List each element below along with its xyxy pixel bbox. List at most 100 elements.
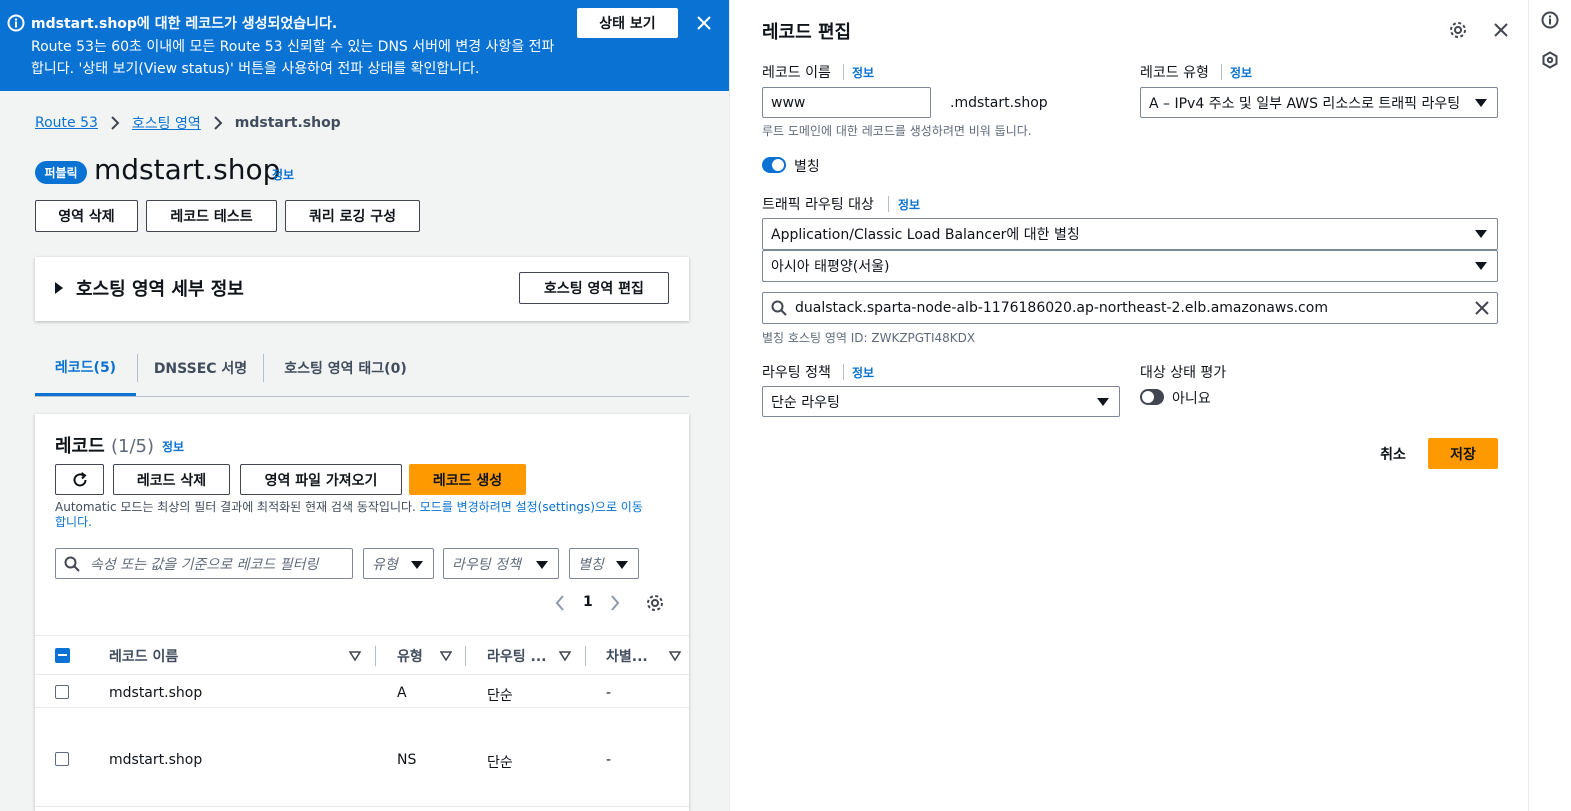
- records-count: (1/5): [110, 436, 154, 457]
- filter-alias-select[interactable]: 별칭: [569, 548, 639, 579]
- search-placeholder: 속성 또는 값을 기준으로 레코드 필터링: [90, 556, 319, 573]
- breadcrumb-hosted-zones[interactable]: 호스팅 영역: [132, 113, 201, 133]
- tab-records[interactable]: 레코드(5): [35, 340, 136, 396]
- tab-dnssec[interactable]: DNSSEC 서명: [138, 340, 263, 396]
- prev-page-icon[interactable]: [554, 595, 566, 611]
- records-info-link[interactable]: 정보: [162, 438, 184, 455]
- sort-icon[interactable]: [669, 651, 681, 661]
- health-eval-value: 아니요: [1172, 391, 1211, 407]
- tutorial-icon[interactable]: [1541, 51, 1559, 69]
- settings-link[interactable]: 모드를 변경하려면 설정(settings)으로 이동: [420, 500, 643, 514]
- caret-down-icon: [411, 561, 423, 569]
- target-endpoint-input[interactable]: dualstack.sparta-node-alb-1176186020.ap-…: [762, 292, 1498, 324]
- settings-gear-icon[interactable]: [646, 594, 664, 612]
- close-editor-icon[interactable]: [1493, 22, 1509, 38]
- zone-details-title[interactable]: 호스팅 영역 세부 정보: [76, 275, 244, 301]
- row-diff: -: [606, 685, 612, 701]
- info-icon: [7, 14, 25, 32]
- clear-input-icon[interactable]: [1475, 301, 1489, 315]
- routing-policy-label: 라우팅 정책: [762, 365, 831, 381]
- table-header: 레코드 이름 유형 라우팅 ... 차별...: [35, 635, 689, 675]
- expand-caret-icon[interactable]: [55, 282, 63, 294]
- label-divider: [843, 364, 844, 380]
- breadcrumb-current: mdstart.shop: [234, 115, 341, 131]
- delete-zone-button[interactable]: 영역 삭제: [35, 200, 138, 232]
- edit-record-panel: 레코드 편집 레코드 이름 정보 www .mdstart.shop 루트 도메…: [729, 0, 1528, 811]
- record-name-value: www: [771, 94, 806, 111]
- filter-alias-label: 별칭: [578, 556, 604, 573]
- sort-icon[interactable]: [559, 651, 571, 661]
- info-panel-icon[interactable]: [1541, 11, 1559, 29]
- row-routing: 단순: [487, 755, 513, 771]
- health-eval-toggle[interactable]: [1140, 389, 1164, 405]
- row-checkbox[interactable]: [55, 685, 69, 699]
- record-name-info[interactable]: 정보: [852, 64, 874, 81]
- records-title-text: 레코드: [55, 436, 105, 457]
- alias-toggle[interactable]: [762, 157, 786, 173]
- banner-text-line1: Route 53는 60초 이내에 모든 Route 53 신뢰할 수 있는 D…: [31, 39, 555, 55]
- zone-details-panel: 호스팅 영역 세부 정보 호스팅 영역 편집: [35, 257, 689, 321]
- save-button[interactable]: 저장: [1428, 438, 1498, 469]
- col-header-type[interactable]: 유형: [397, 646, 423, 666]
- page-number[interactable]: 1: [583, 594, 593, 610]
- table-row[interactable]: mdstart.shop A 단순 -: [35, 676, 689, 708]
- records-panel: 레코드 (1/5) 정보 레코드 삭제 영역 파일 가져오기 레코드 생성 Au…: [35, 414, 689, 811]
- query-logging-button[interactable]: 쿼리 로깅 구성: [285, 200, 420, 232]
- settings-link-cont[interactable]: 합니다.: [55, 515, 92, 529]
- public-badge: 퍼블릭: [35, 161, 87, 184]
- caret-down-icon: [1475, 262, 1487, 270]
- record-type-select[interactable]: A – IPv4 주소 및 일부 AWS 리소스로 트래픽 라우팅: [1140, 87, 1498, 118]
- col-header-routing[interactable]: 라우팅 ...: [487, 646, 546, 666]
- search-icon: [771, 300, 787, 316]
- close-banner-icon[interactable]: [696, 15, 712, 31]
- routing-policy-info[interactable]: 정보: [852, 364, 874, 381]
- cancel-button[interactable]: 취소: [1370, 438, 1416, 469]
- import-zone-file-button[interactable]: 영역 파일 가져오기: [240, 464, 402, 495]
- row-routing: 단순: [487, 688, 513, 704]
- breadcrumb-route53[interactable]: Route 53: [35, 115, 98, 131]
- filter-routing-select[interactable]: 라우팅 정책: [443, 548, 559, 579]
- target-region-value: 아시아 태평양(서울): [771, 259, 890, 275]
- col-header-diff[interactable]: 차별...: [606, 646, 648, 666]
- zone-info-link[interactable]: 정보: [272, 166, 294, 183]
- sort-icon[interactable]: [440, 651, 452, 661]
- delete-record-button[interactable]: 레코드 삭제: [113, 464, 230, 495]
- table-row[interactable]: mdstart.shop NS 단순 -: [35, 709, 689, 807]
- caret-down-icon: [1475, 230, 1487, 238]
- row-name: mdstart.shop: [109, 752, 203, 768]
- caret-down-icon: [1097, 398, 1109, 406]
- refresh-icon: [73, 471, 87, 486]
- routing-policy-value: 단순 라우팅: [771, 394, 840, 411]
- traffic-target-info[interactable]: 정보: [898, 196, 920, 213]
- test-record-button[interactable]: 레코드 테스트: [146, 200, 277, 232]
- edit-zone-button[interactable]: 호스팅 영역 편집: [519, 272, 669, 304]
- view-status-button[interactable]: 상태 보기: [577, 8, 678, 38]
- label-divider: [1221, 64, 1222, 80]
- target-type-select[interactable]: Application/Classic Load Balancer에 대한 별칭: [762, 218, 1498, 250]
- col-divider: [585, 646, 586, 666]
- row-checkbox[interactable]: [55, 752, 69, 766]
- search-input[interactable]: 속성 또는 값을 기준으로 레코드 필터링: [55, 548, 353, 579]
- select-all-checkbox[interactable]: [55, 648, 70, 663]
- target-endpoint-value: dualstack.sparta-node-alb-1176186020.ap-…: [795, 300, 1328, 316]
- filter-type-select[interactable]: 유형: [363, 548, 434, 579]
- sort-icon[interactable]: [349, 651, 361, 661]
- editor-settings-icon[interactable]: [1449, 21, 1467, 39]
- col-header-name[interactable]: 레코드 이름: [109, 646, 178, 666]
- banner-text-line2: 합니다. '상태 보기(View status)' 버튼을 사용하여 전파 상태…: [31, 61, 480, 77]
- caret-down-icon: [616, 561, 628, 569]
- record-type-info[interactable]: 정보: [1230, 64, 1252, 81]
- filter-routing-label: 라우팅 정책: [452, 556, 521, 573]
- record-name-label: 레코드 이름: [762, 65, 831, 81]
- col-divider: [375, 646, 376, 666]
- target-region-select[interactable]: 아시아 태평양(서울): [762, 250, 1498, 282]
- create-record-button[interactable]: 레코드 생성: [409, 464, 526, 495]
- record-name-input[interactable]: www: [762, 87, 931, 118]
- next-page-icon[interactable]: [609, 595, 621, 611]
- chevron-right-icon: [214, 116, 223, 130]
- alias-zone-id: 별칭 호스팅 영역 ID: ZWKZPGTI48KDX: [762, 331, 976, 345]
- routing-policy-select[interactable]: 단순 라우팅: [762, 386, 1120, 417]
- alias-label: 별칭: [794, 159, 820, 175]
- refresh-button[interactable]: [55, 464, 104, 495]
- tab-zone-tags[interactable]: 호스팅 영역 태그(0): [264, 340, 427, 396]
